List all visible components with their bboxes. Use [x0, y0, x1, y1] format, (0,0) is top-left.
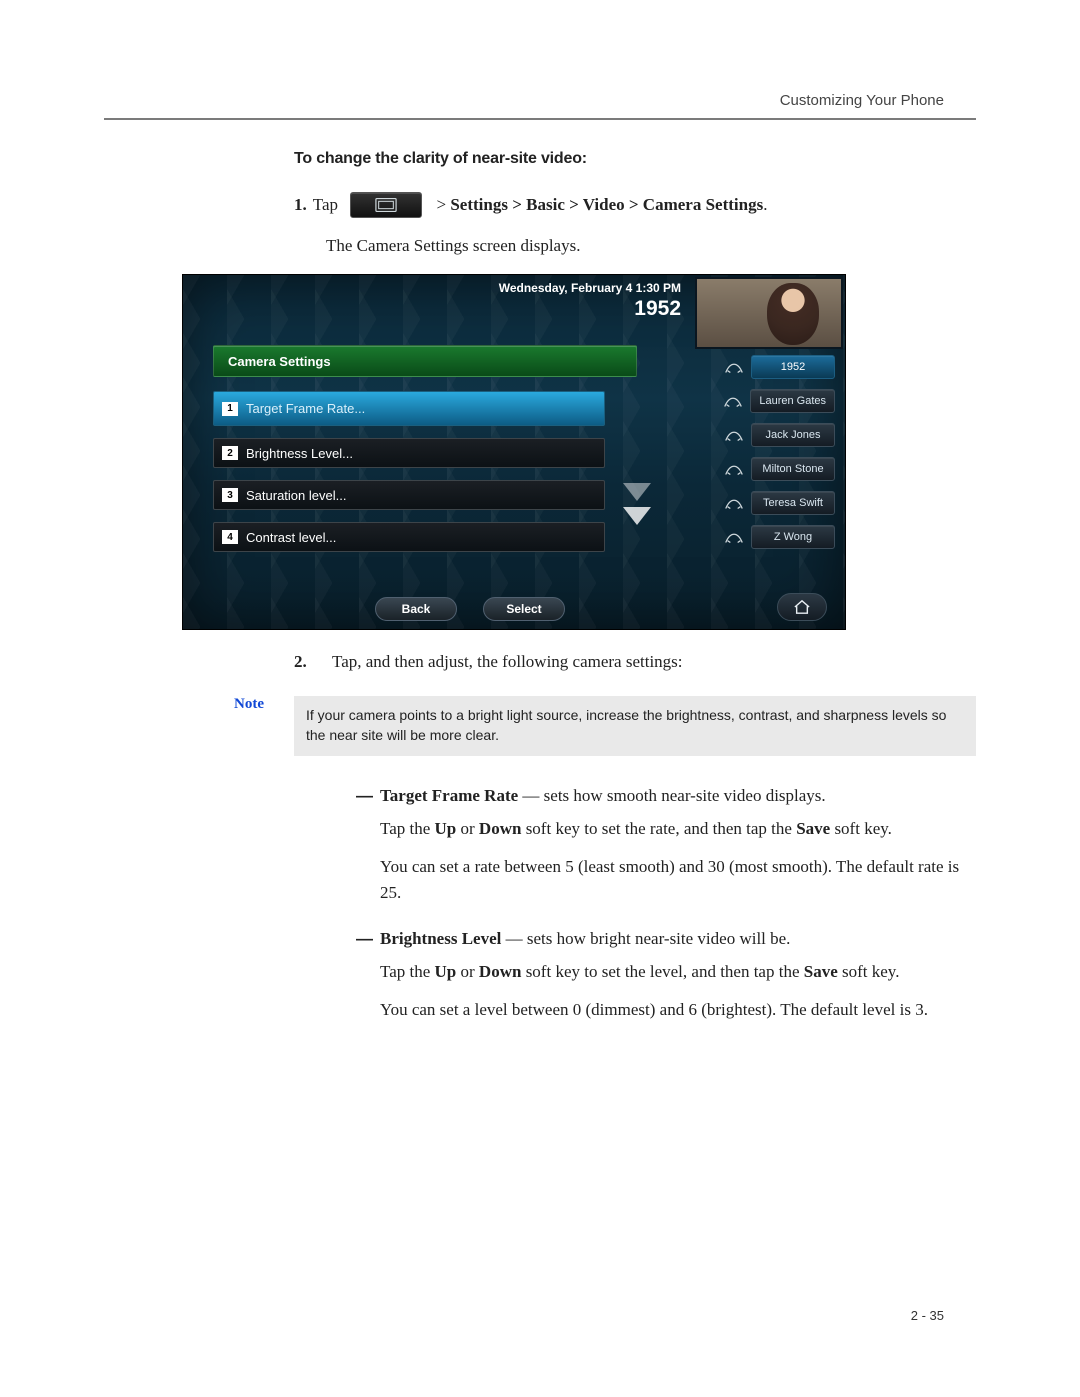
softkey-bar: Back Select — [375, 597, 565, 621]
bullet-list: — Target Frame Rate — sets how smooth ne… — [356, 786, 976, 1024]
text: . — [763, 192, 767, 218]
header-section: Customizing Your Phone — [780, 92, 944, 109]
content-area: To change the clarity of near-site video… — [104, 150, 976, 1045]
bullet-dash: — — [356, 786, 380, 806]
app-menu-icon — [350, 192, 422, 218]
contact-item[interactable]: Jack Jones — [695, 423, 835, 447]
bullet-body: Tap the Up or Down soft key to set the r… — [380, 816, 976, 907]
step-number: 1. — [294, 192, 307, 218]
scroll-arrows[interactable] — [619, 483, 655, 531]
text: soft key to set the rate, and then tap t… — [521, 819, 796, 838]
note-body: If your camera points to a bright light … — [294, 696, 976, 756]
step-text: Tap — [313, 192, 338, 218]
bullet-range: You can set a rate between 5 (least smoo… — [380, 854, 976, 907]
bullet-title: Brightness Level — [380, 929, 501, 948]
note-block: Note If your camera points to a bright l… — [104, 696, 976, 756]
document-page: Customizing Your Phone To change the cla… — [0, 0, 1080, 1397]
key-down: Down — [479, 819, 522, 838]
separator: — — [522, 786, 539, 805]
handset-icon — [723, 459, 745, 479]
bullet-title-rest: sets how smooth near-site video displays… — [544, 786, 826, 805]
note-label: Note — [104, 696, 294, 756]
menu-item-target-frame-rate[interactable]: 1 Target Frame Rate... — [213, 391, 605, 426]
contact-item[interactable]: Lauren Gates — [695, 389, 835, 413]
back-button[interactable]: Back — [375, 597, 457, 621]
bullet-title-line: Target Frame Rate — sets how smooth near… — [380, 786, 826, 806]
contact-label: 1952 — [751, 355, 835, 379]
contact-label: Jack Jones — [751, 423, 835, 447]
bullet-target-frame-rate: — Target Frame Rate — sets how smooth ne… — [356, 786, 976, 907]
step-2: 2. Tap, and then adjust, the following c… — [294, 652, 976, 672]
page-number: 2 - 35 — [911, 1308, 944, 1323]
text: or — [456, 819, 479, 838]
menu-label: Target Frame Rate... — [246, 401, 365, 416]
text: soft key. — [830, 819, 892, 838]
step-number: 2. — [294, 652, 326, 672]
contact-item[interactable]: Milton Stone — [695, 457, 835, 481]
chevron-down-icon — [623, 483, 651, 501]
text: Tap the — [380, 819, 435, 838]
menu-number: 2 — [222, 446, 238, 460]
text: soft key. — [838, 962, 900, 981]
menu-item-brightness-level[interactable]: 2 Brightness Level... — [213, 438, 605, 468]
bullet-title-line: Brightness Level — sets how bright near-… — [380, 929, 790, 949]
settings-menu: 1 Target Frame Rate... 2 Brightness Leve… — [213, 391, 605, 564]
key-up: Up — [435, 819, 457, 838]
home-icon — [793, 599, 811, 615]
contact-label: Lauren Gates — [750, 389, 835, 413]
key-save: Save — [804, 962, 838, 981]
handset-icon — [723, 357, 745, 377]
text: or — [456, 962, 479, 981]
bullet-brightness-level: — Brightness Level — sets how bright nea… — [356, 929, 976, 1024]
contact-item[interactable]: Teresa Swift — [695, 491, 835, 515]
bullet-title-rest: sets how bright near-site video will be. — [527, 929, 791, 948]
handset-icon — [722, 391, 744, 411]
bullet-range: You can set a level between 0 (dimmest) … — [380, 997, 976, 1023]
handset-icon — [723, 527, 745, 547]
menu-number: 4 — [222, 530, 238, 544]
text: soft key to set the level, and then tap … — [521, 962, 803, 981]
menu-item-saturation-level[interactable]: 3 Saturation level... — [213, 480, 605, 510]
contact-label: Teresa Swift — [751, 491, 835, 515]
bullet-title: Target Frame Rate — [380, 786, 518, 805]
menu-label: Saturation level... — [246, 488, 346, 503]
subheading: To change the clarity of near-site video… — [294, 150, 976, 168]
handset-icon — [723, 493, 745, 513]
camera-preview — [695, 277, 843, 349]
contacts-panel: 1952 Lauren Gates Jack Jones Milton Ston… — [695, 355, 835, 559]
breadcrumb: Settings > Basic > Video > Camera Settin… — [450, 192, 763, 218]
text: Tap the — [380, 962, 435, 981]
contact-label: Z Wong — [751, 525, 835, 549]
bullet-body: Tap the Up or Down soft key to set the l… — [380, 959, 976, 1024]
divider — [104, 118, 976, 120]
breadcrumb-prefix: > — [428, 192, 450, 218]
menu-number: 1 — [222, 402, 238, 416]
status-datetime: Wednesday, February 4 1:30 PM — [499, 281, 681, 295]
contact-label: Milton Stone — [751, 457, 835, 481]
menu-item-contrast-level[interactable]: 4 Contrast level... — [213, 522, 605, 552]
screen-title: Camera Settings — [213, 345, 637, 377]
handset-icon — [723, 425, 745, 445]
select-button[interactable]: Select — [483, 597, 565, 621]
menu-label: Brightness Level... — [246, 446, 353, 461]
separator: — — [506, 929, 523, 948]
menu-label: Contrast level... — [246, 530, 336, 545]
menu-number: 3 — [222, 488, 238, 502]
key-save: Save — [796, 819, 830, 838]
chevron-down-icon — [623, 507, 651, 525]
home-button[interactable] — [777, 593, 827, 621]
status-extension: 1952 — [634, 297, 681, 321]
contact-item[interactable]: Z Wong — [695, 525, 835, 549]
contact-item[interactable]: 1952 — [695, 355, 835, 379]
bullet-dash: — — [356, 929, 380, 949]
key-up: Up — [435, 962, 457, 981]
step-text: Tap, and then adjust, the following came… — [332, 652, 683, 672]
step-description: The Camera Settings screen displays. — [326, 236, 976, 256]
phone-screenshot: Wednesday, February 4 1:30 PM 1952 Camer… — [182, 274, 846, 630]
step-1: 1. Tap > Settings > Basic > Video > Came… — [294, 192, 976, 218]
key-down: Down — [479, 962, 522, 981]
